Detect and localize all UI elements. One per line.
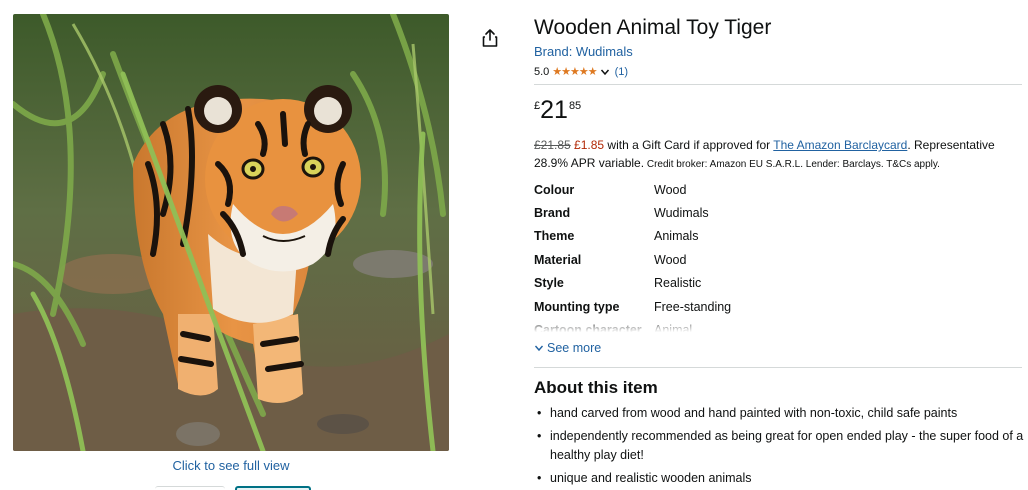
price: £ 21 85 [534,96,581,124]
divider [534,367,1022,368]
thumbnail[interactable] [155,486,225,490]
rating-count-link[interactable]: (1) [615,66,628,78]
spec-row: Theme Animals [534,225,1014,248]
spec-row: Mounting type Free-standing [534,295,1014,318]
brand-link[interactable]: Brand: Wudimals [534,44,633,59]
spec-key: Mounting type [534,299,620,314]
spec-value: Wood [654,252,687,267]
price-fraction: 85 [568,100,582,112]
offer-text: with a Gift Card if approved for [604,138,774,152]
image-thumbnails [150,484,350,490]
spec-key: Brand [534,206,571,221]
price-whole: 21 [540,96,568,124]
share-icon[interactable] [480,28,500,48]
spec-row: Style Realistic [534,272,1014,295]
product-title: Wooden Animal Toy Tiger [534,16,772,39]
barclaycard-link[interactable]: The Amazon Barclaycard [773,138,907,152]
specs-fade-overlay [534,316,1014,334]
see-more-label: See more [547,341,602,355]
star-rating-icon[interactable]: ★★★★★ [552,65,597,78]
spec-key: Style [534,276,564,291]
spec-value: Animals [654,229,699,244]
list-item: independently recommended as being great… [534,427,1024,465]
spec-value: Wudimals [654,206,709,221]
thumbnail-selected[interactable] [235,486,311,490]
full-view-link[interactable]: Click to see full view [13,458,449,473]
rating-value: 5.0 [534,65,550,78]
spec-key: Material [534,252,582,267]
product-image[interactable] [13,14,449,451]
spec-row: Colour Wood [534,178,1014,201]
credit-broker-text: Credit broker: Amazon EU S.A.R.L. Lender… [644,159,940,170]
spec-value: Free-standing [654,299,732,314]
rating-summary: 5.0 ★★★★★ (1) [534,65,628,79]
chevron-down-icon [534,345,544,352]
spec-value: Realistic [654,276,702,291]
gift-card-offer: £21.85 £1.85 with a Gift Card if approve… [534,136,1026,174]
spec-key: Colour [534,182,575,197]
spec-value: Wood [654,182,687,197]
spec-key: Theme [534,229,575,244]
old-price: £21.85 [534,138,571,152]
see-more-link[interactable]: See more [534,341,601,355]
tiger-photo [13,14,449,451]
list-item: hand carved from wood and hand painted w… [534,404,1024,423]
about-heading: About this item [534,378,658,397]
list-item: unique and realistic wooden animals [534,469,1024,488]
about-bullets: hand carved from wood and hand painted w… [534,404,1024,490]
chevron-down-icon[interactable] [600,67,610,77]
discount-amount: £1.85 [574,138,605,152]
divider [534,84,1022,85]
spec-row: Material Wood [534,248,1014,271]
spec-row: Brand Wudimals [534,201,1014,224]
